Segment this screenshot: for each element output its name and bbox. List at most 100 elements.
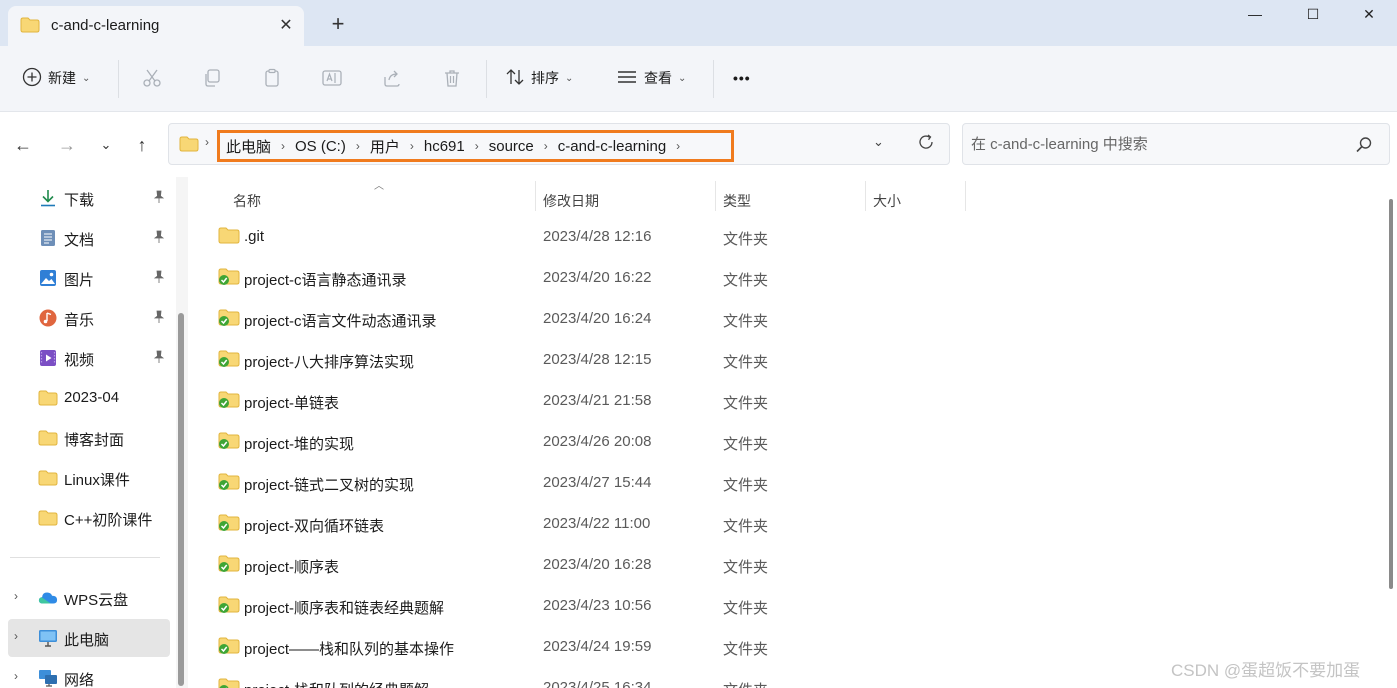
scrollbar-thumb[interactable] xyxy=(178,313,184,686)
chevron-right-icon[interactable]: › xyxy=(544,139,548,153)
address-bar[interactable]: › 此电脑 › OS (C:) › 用户 › hc691 › source › … xyxy=(168,123,950,165)
up-button[interactable]: ↑ xyxy=(128,131,156,159)
column-divider[interactable] xyxy=(865,181,866,211)
copy-button[interactable] xyxy=(198,64,226,92)
copy-icon xyxy=(205,69,220,87)
delete-button[interactable] xyxy=(438,64,466,92)
scrollbar-thumb[interactable] xyxy=(1389,199,1393,589)
file-row[interactable]: project-单链表 2023/4/21 21:58 文件夹 xyxy=(192,380,1385,421)
new-button[interactable]: 新建 ⌄ xyxy=(22,60,90,96)
breadcrumb-users[interactable]: 用户 xyxy=(370,136,400,157)
file-modified-date: 2023/4/23 10:56 xyxy=(543,597,652,614)
breadcrumb-c-and-c-learning[interactable]: c-and-c-learning xyxy=(558,138,666,155)
sidebar-item-network[interactable]: › 网络 xyxy=(8,659,170,688)
breadcrumb-source[interactable]: source xyxy=(489,138,534,155)
back-button[interactable]: ← xyxy=(9,131,37,159)
column-header-size[interactable]: 大小 xyxy=(873,184,901,218)
search-input[interactable] xyxy=(971,132,1341,156)
sidebar-item-downloads[interactable]: 下载 xyxy=(8,179,170,217)
column-divider[interactable] xyxy=(965,181,966,211)
breadcrumb-os-c[interactable]: OS (C:) xyxy=(295,138,346,155)
column-header-modified[interactable]: 修改日期 xyxy=(543,184,599,218)
file-row[interactable]: project-堆的实现 2023/4/26 20:08 文件夹 xyxy=(192,421,1385,462)
chevron-right-icon[interactable]: › xyxy=(281,139,285,153)
column-header-type[interactable]: 类型 xyxy=(723,184,751,218)
file-row[interactable]: project-链式二叉树的实现 2023/4/27 15:44 文件夹 xyxy=(192,462,1385,503)
sidebar-item-blog-covers[interactable]: 博客封面 xyxy=(8,419,170,457)
sidebar-item-videos[interactable]: 视频 xyxy=(8,339,170,377)
watermark: CSDN @蛋超饭不要加蛋 xyxy=(1171,661,1361,680)
file-list-scrollbar[interactable] xyxy=(1385,177,1397,688)
breadcrumb-this-pc[interactable]: 此电脑 xyxy=(226,136,271,157)
video-icon xyxy=(38,348,58,368)
breadcrumb-hc691[interactable]: hc691 xyxy=(424,138,465,155)
sidebar-item-label: 视频 xyxy=(64,352,95,369)
chevron-right-icon[interactable]: › xyxy=(356,139,360,153)
file-row[interactable]: project-顺序表 2023/4/20 16:28 文件夹 xyxy=(192,544,1385,585)
share-button[interactable] xyxy=(378,64,406,92)
pin-icon[interactable] xyxy=(152,190,166,208)
sidebar-item-pictures[interactable]: 图片 xyxy=(8,259,170,297)
search-icon[interactable] xyxy=(1355,136,1373,157)
tab-c-and-c-learning[interactable]: c-and-c-learning ✕ xyxy=(8,6,304,46)
sidebar-scrollbar[interactable] xyxy=(176,177,188,688)
column-divider[interactable] xyxy=(535,181,536,211)
sidebar-item-this-pc[interactable]: › 此电脑 xyxy=(8,619,170,657)
chevron-right-icon[interactable]: › xyxy=(676,139,680,153)
share-icon xyxy=(384,70,400,87)
file-row[interactable]: project-c语言静态通讯录 2023/4/20 16:22 文件夹 xyxy=(192,257,1385,298)
file-row[interactable]: project-c语言文件动态通讯录 2023/4/20 16:24 文件夹 xyxy=(192,298,1385,339)
recent-locations-button[interactable]: ⌄ xyxy=(92,131,120,159)
synced-folder-icon xyxy=(218,514,240,535)
file-modified-date: 2023/4/27 15:44 xyxy=(543,474,652,491)
maximize-button[interactable]: ☐ xyxy=(1284,0,1342,30)
chevron-down-icon: ⌄ xyxy=(678,72,687,84)
paste-button[interactable] xyxy=(258,64,286,92)
column-header-name[interactable]: 名称 xyxy=(233,184,261,218)
folder-icon xyxy=(218,227,240,248)
pin-icon[interactable] xyxy=(152,310,166,328)
file-type: 文件夹 xyxy=(723,231,769,248)
file-type: 文件夹 xyxy=(723,679,768,688)
sidebar-item-documents[interactable]: 文档 xyxy=(8,219,170,257)
synced-folder-icon xyxy=(218,350,240,371)
file-row[interactable]: project-八大排序算法实现 2023/4/28 12:15 文件夹 xyxy=(192,339,1385,380)
file-row[interactable]: project-双向循环链表 2023/4/22 11:00 文件夹 xyxy=(192,503,1385,544)
file-row[interactable]: project-顺序表和链表经典题解 2023/4/23 10:56 文件夹 xyxy=(192,585,1385,626)
sidebar-item-linux-courseware[interactable]: Linux课件 xyxy=(8,459,170,497)
sidebar-item-music[interactable]: 音乐 xyxy=(8,299,170,337)
pin-icon[interactable] xyxy=(152,270,166,288)
sort-button[interactable]: 排序 ⌄ xyxy=(505,60,573,96)
column-divider[interactable] xyxy=(715,181,716,211)
close-tab-icon[interactable]: ✕ xyxy=(274,14,298,38)
sidebar-item-cpp-courseware[interactable]: C++初阶课件 xyxy=(8,499,170,537)
view-button[interactable]: 查看 ⌄ xyxy=(616,60,686,96)
address-history-button[interactable]: ⌄ xyxy=(873,134,884,150)
pin-icon[interactable] xyxy=(152,230,166,248)
chevron-right-icon[interactable]: › xyxy=(14,629,18,643)
file-modified-date: 2023/4/25 16:34 xyxy=(543,679,652,688)
more-options-button[interactable]: ••• xyxy=(733,60,751,96)
pin-icon[interactable] xyxy=(152,350,166,368)
sidebar-item-2023-04[interactable]: 2023-04 xyxy=(8,379,170,417)
sidebar-item-wps-cloud[interactable]: › WPS云盘 xyxy=(8,579,170,617)
minimize-button[interactable]: — xyxy=(1226,0,1284,30)
refresh-icon[interactable] xyxy=(916,132,936,155)
chevron-right-icon[interactable]: › xyxy=(475,139,479,153)
cut-button[interactable] xyxy=(138,64,166,92)
close-window-button[interactable]: ✕ xyxy=(1340,0,1397,30)
rename-button[interactable] xyxy=(318,64,346,92)
new-tab-button[interactable]: + xyxy=(326,12,350,36)
chevron-right-icon[interactable]: › xyxy=(14,589,18,603)
forward-button[interactable]: → xyxy=(53,131,81,159)
new-button-label: 新建 xyxy=(48,70,76,86)
file-row[interactable]: .git 2023/4/28 12:16 文件夹 xyxy=(192,216,1385,257)
title-bar: c-and-c-learning ✕ + — ☐ ✕ xyxy=(0,0,1397,46)
chevron-right-icon[interactable]: › xyxy=(410,139,414,153)
folder-icon xyxy=(38,508,58,528)
search-box[interactable] xyxy=(962,123,1390,165)
chevron-right-icon[interactable]: › xyxy=(14,669,18,683)
file-modified-date: 2023/4/28 12:15 xyxy=(543,351,652,368)
synced-folder-icon xyxy=(218,555,240,576)
cloud-icon xyxy=(38,588,58,608)
